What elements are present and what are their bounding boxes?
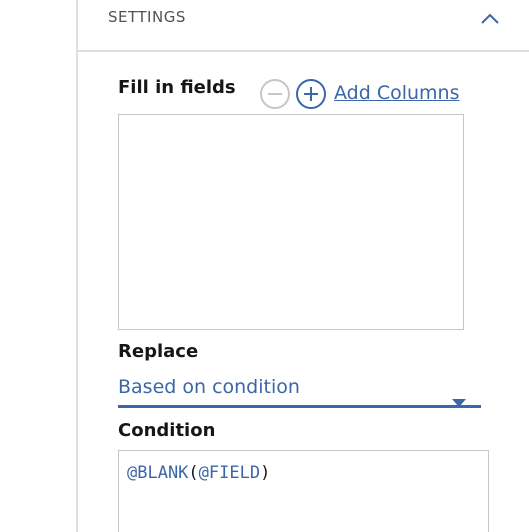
fill-in-fields-label: Fill in fields [118,77,236,98]
condition-open-paren: ( [188,463,199,483]
settings-panel: SETTINGS Fill in fields Add Columns Repl… [76,0,529,532]
replace-select[interactable]: Based on condition [118,372,481,408]
add-columns-link[interactable]: Add Columns [334,82,460,104]
plus-circle-icon[interactable] [295,78,327,110]
settings-title: SETTINGS [108,8,186,26]
condition-close-paren: ) [260,463,271,483]
replace-select-value: Based on condition [118,376,300,398]
fill-in-fields-list[interactable] [118,114,464,330]
condition-expression: @BLANK(@FIELD) [127,463,270,483]
condition-editor[interactable]: @BLANK(@FIELD) [118,450,489,532]
condition-function: @BLANK [127,463,189,483]
caret-down-icon [452,392,466,407]
minus-circle-icon [259,78,291,110]
page: SETTINGS Fill in fields Add Columns Repl… [0,0,529,532]
condition-argument: @FIELD [198,463,261,483]
replace-label: Replace [118,341,199,362]
condition-label: Condition [118,420,216,441]
settings-header[interactable]: SETTINGS [78,0,529,52]
chevron-up-icon[interactable] [478,8,502,28]
